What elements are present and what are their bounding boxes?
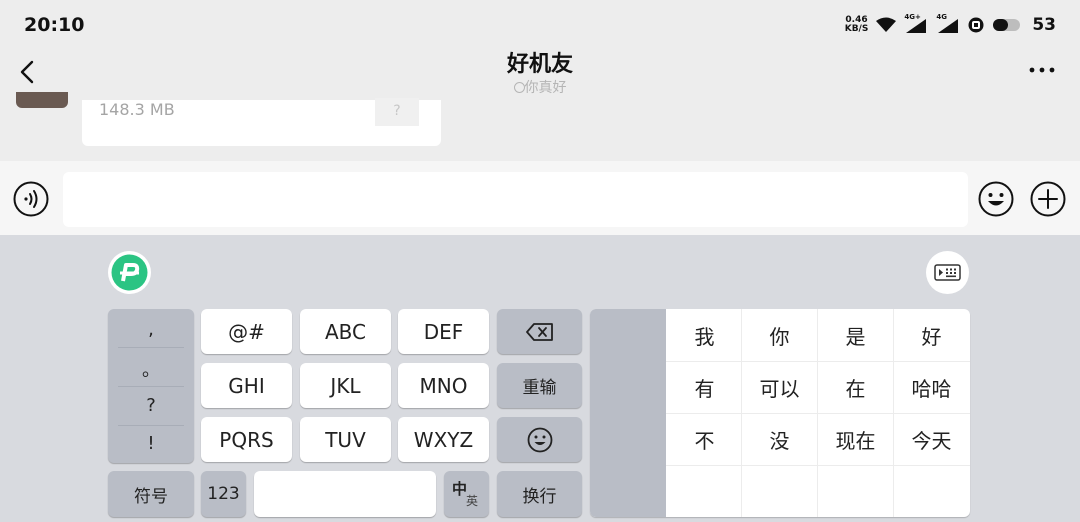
status-time: 20:10 [24, 14, 85, 36]
battery-icon [993, 19, 1021, 31]
backspace-icon [525, 322, 553, 341]
candidate-word[interactable]: 你 [742, 309, 817, 361]
candidate-word[interactable]: 有 [667, 361, 742, 413]
notification-icon [968, 17, 984, 33]
candidate-word[interactable]: 今天 [894, 413, 969, 465]
ime-logo-icon[interactable] [108, 251, 151, 294]
signal2-label: 4G [936, 13, 947, 21]
input-bar [0, 161, 1080, 235]
retype-key[interactable]: 重输 [497, 363, 582, 408]
chat-title: 好机友 [506, 52, 573, 77]
candidate-word[interactable]: 我 [667, 309, 742, 361]
key-jkl[interactable]: JKL [300, 363, 391, 408]
emoji-key[interactable] [497, 417, 582, 462]
avatar[interactable] [16, 92, 68, 108]
backspace-key[interactable] [497, 309, 582, 354]
candidate-word[interactable]: 现在 [818, 413, 893, 465]
candidate-word[interactable]: 不 [667, 413, 742, 465]
punct-comma-key[interactable]: , [108, 319, 194, 340]
more-icon[interactable] [1028, 63, 1056, 77]
smiley-icon [527, 427, 552, 452]
chat-status: 你真好 [0, 77, 1080, 97]
status-ring-icon [513, 82, 525, 93]
net-speed-unit: KB/S [844, 24, 869, 34]
space-key[interactable] [254, 471, 436, 517]
signal-4g-icon: 4G [936, 13, 960, 34]
chat-status-text: 你真好 [524, 80, 567, 96]
keyboard-hide-icon[interactable] [926, 251, 969, 294]
emoji-icon[interactable] [978, 181, 1014, 217]
lang-zh-label: 中 [452, 480, 468, 498]
candidate-grid-line [666, 465, 970, 466]
key-ghi[interactable]: GHI [201, 363, 292, 408]
numbers-key[interactable]: 123 [201, 471, 246, 517]
candidate-word[interactable]: 是 [818, 309, 893, 361]
candidate-panel: 我 你 是 好 有 可以 在 哈哈 不 没 现在 今天 [590, 309, 970, 517]
key-abc[interactable]: ABC [300, 309, 391, 354]
signal1-label: 4G+ [904, 13, 921, 21]
voice-input-icon[interactable] [13, 181, 49, 217]
enter-key[interactable]: 换行 [497, 471, 582, 517]
key-tuv[interactable]: TUV [300, 417, 391, 462]
candidate-word[interactable]: 好 [894, 309, 969, 361]
punct-divider [118, 386, 184, 387]
plus-icon[interactable] [1030, 181, 1066, 217]
symbols-key[interactable]: 符号 [108, 471, 194, 517]
punct-question-key[interactable]: ? [108, 395, 194, 416]
candidate-word[interactable]: 可以 [742, 361, 817, 413]
candidate-word[interactable]: 哈哈 [894, 361, 969, 413]
punctuation-column: , 。 ? ! [108, 309, 194, 463]
key-def[interactable]: DEF [398, 309, 489, 354]
key-pqrs[interactable]: PQRS [201, 417, 292, 462]
key-wxyz[interactable]: WXYZ [398, 417, 489, 462]
candidate-side-strip [590, 309, 666, 517]
battery-level: 53 [1032, 15, 1056, 35]
punct-divider [118, 347, 184, 348]
file-message-card[interactable]: 148.3 MB ? [82, 98, 441, 146]
language-switch-key[interactable]: 中 英 [444, 471, 489, 517]
signal-4g-plus-icon: 4G+ [904, 13, 928, 34]
candidate-word[interactable]: 在 [818, 361, 893, 413]
punct-period-key[interactable]: 。 [108, 356, 194, 382]
net-speed: 0.46 KB/S [845, 16, 869, 34]
wifi-icon [876, 17, 897, 32]
punct-exclaim-key[interactable]: ! [108, 433, 194, 454]
lang-en-label: 英 [466, 494, 479, 508]
ime-keyboard: , 。 ? ! @# ABC DEF GHI JKL MNO 重输 PQRS T… [0, 235, 1080, 522]
message-input[interactable] [63, 172, 968, 227]
key-symbols-at[interactable]: @# [201, 309, 292, 354]
punct-divider [118, 425, 184, 426]
file-type-icon: ? [375, 98, 419, 126]
candidate-word[interactable]: 没 [742, 413, 817, 465]
key-mno[interactable]: MNO [398, 363, 489, 408]
file-size: 148.3 MB [99, 100, 175, 119]
status-icons: 0.46 KB/S 4G+ 4G 53 [845, 13, 1056, 35]
